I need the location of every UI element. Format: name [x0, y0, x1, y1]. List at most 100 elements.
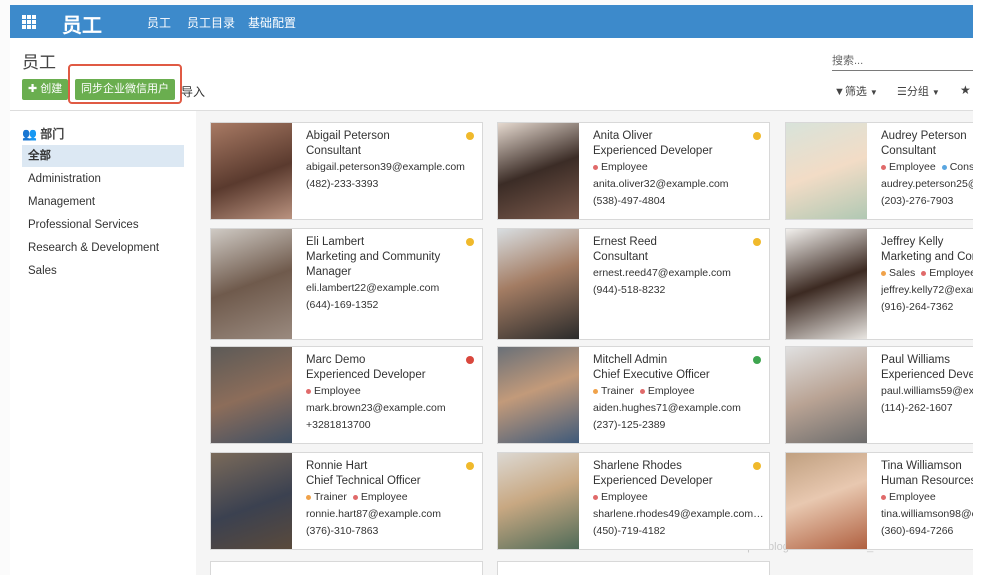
employee-job-title: Consultant [593, 251, 648, 263]
employee-tags: Employee Consu [881, 159, 973, 176]
employee-tags: Trainer Employee [306, 489, 478, 506]
employee-job-title: Marketing and Con Manager [881, 251, 973, 263]
employee-tag: Trainer [314, 491, 347, 503]
employee-tag: Employee [601, 491, 648, 503]
employee-tags: Employee [306, 383, 478, 400]
employee-job-title: Consultant [881, 145, 936, 157]
status-indicator [466, 238, 474, 246]
employee-card[interactable]: Paul Williams Experienced Devel paul.willi… [785, 346, 973, 444]
employee-email: paul.williams59@ex [881, 385, 973, 397]
employee-email: tina.williamson98@e [881, 508, 973, 520]
employee-tag: Employee [647, 385, 695, 397]
employee-phone: (944)-518-8232 [593, 284, 666, 296]
employee-phone: (450)-719-4182 [593, 525, 666, 537]
tag-dot-icon [593, 164, 598, 170]
employee-name: Mitchell Admin [593, 354, 668, 366]
employee-card[interactable]: Anita Oliver Experienced Developer Employe… [497, 122, 770, 220]
employee-card[interactable]: Jeffrey Kelly Marketing and Con Manager Sa… [785, 228, 973, 340]
tag-dot-icon [593, 494, 598, 500]
employee-phone: (916)-264-7362 [881, 301, 954, 313]
employee-card[interactable]: Marc Demo Experienced Developer Employee ma… [210, 346, 483, 444]
employee-photo [498, 123, 579, 219]
employee-email: eli.lambert22@example.com [306, 282, 440, 294]
employee-card-partial[interactable] [497, 561, 770, 575]
employee-card[interactable]: Tina Williamson Human Resources Employee ti… [785, 452, 973, 550]
sidebar-item-professional-services[interactable]: Professional Services [22, 214, 184, 236]
caret-down-icon: ▼ [931, 88, 940, 97]
employee-card[interactable]: Eli Lambert Marketing and Community Manag… [210, 228, 483, 340]
employee-card[interactable]: Mitchell Admin Chief Executive Officer Tra… [497, 346, 770, 444]
tag-dot-icon [306, 388, 311, 394]
group-by-dropdown[interactable]: ☰分组 ▼ [897, 83, 940, 99]
tag-dot-icon [881, 164, 886, 170]
app-brand: 员工 [62, 15, 102, 37]
tag-dot-icon [941, 164, 947, 170]
employee-phone: (237)-125-2389 [593, 419, 666, 431]
employee-tag: Employee [889, 491, 936, 503]
employee-name: Anita Oliver [593, 130, 653, 142]
control-panel: 员工 ✚ 创建 同步企业微信用户 导入 搜索... ▼筛选 ▼ ☰分组 ▼ ★ [10, 38, 973, 111]
employee-info: Sharlene Rhodes Experienced Developer Empl… [593, 459, 765, 540]
tag-dot-icon [352, 494, 358, 500]
employee-tag: Employee [314, 385, 361, 397]
employee-card[interactable]: Audrey Peterson Consultant Employee Consu au… [785, 122, 973, 220]
employee-tags: Employee [593, 489, 765, 506]
employee-card[interactable]: Sharlene Rhodes Experienced Developer Empl… [497, 452, 770, 550]
app-menu-icon[interactable] [22, 15, 36, 29]
employee-name: Eli Lambert [306, 236, 365, 248]
employee-photo [211, 229, 292, 339]
employee-job-title: Experienced Developer [593, 145, 713, 157]
employee-info: Marc Demo Experienced Developer Employee ma… [306, 353, 478, 434]
employee-photo [498, 229, 579, 339]
import-button[interactable]: 导入 [181, 83, 205, 100]
status-indicator [753, 462, 761, 470]
employee-photo [786, 123, 867, 219]
sidebar-header: 👥 部门 [22, 125, 64, 142]
caret-down-icon: ▼ [869, 88, 878, 97]
list-icon: ☰ [897, 86, 907, 98]
tag-dot-icon [881, 494, 886, 500]
employee-tags: Employee [593, 159, 765, 176]
employee-email: audrey.peterson25@ [881, 178, 973, 190]
employee-card-partial[interactable] [210, 561, 483, 575]
sidebar-item-administration[interactable]: Administration [22, 168, 184, 190]
sidebar-item-all[interactable]: 全部 [22, 145, 184, 167]
status-indicator [466, 462, 474, 470]
employee-card[interactable]: Abigail Peterson Consultant abigail.peters… [210, 122, 483, 220]
employee-card[interactable]: Ronnie Hart Chief Technical Officer Traine… [210, 452, 483, 550]
create-button[interactable]: ✚ 创建 [22, 79, 69, 100]
employee-photo [786, 229, 867, 339]
employee-tag: Employee [889, 161, 936, 173]
search-input[interactable]: 搜索... [832, 52, 973, 71]
employee-tags: Trainer Employee [593, 383, 765, 400]
sync-wechat-users-button[interactable]: 同步企业微信用户 [75, 79, 175, 100]
employee-job-title: Human Resources [881, 475, 973, 487]
employee-phone: +3281813700 [306, 419, 371, 431]
sidebar-item-sales[interactable]: Sales [22, 260, 184, 282]
employee-email: ronnie.hart87@example.com [306, 508, 441, 520]
employee-name: Ronnie Hart [306, 460, 368, 472]
employee-email: abigail.peterson39@example.com [306, 161, 465, 173]
menu-employee-directory[interactable]: 员工目录 [187, 14, 235, 31]
menu-basic-config[interactable]: 基础配置 [248, 14, 296, 31]
employee-email: mark.brown23@example.com [306, 402, 446, 414]
employee-info: Ernest Reed Consultant ernest.reed47@examp… [593, 235, 765, 299]
employee-name: Marc Demo [306, 354, 366, 366]
employee-photo [498, 453, 579, 549]
employee-info: Tina Williamson Human Resources Employee ti… [881, 459, 973, 540]
employee-name: Audrey Peterson [881, 130, 967, 142]
favorites-star-icon[interactable]: ★ [960, 83, 971, 97]
status-indicator [466, 356, 474, 364]
employee-phone: (114)-262-1607 [881, 402, 953, 414]
employee-card[interactable]: Ernest Reed Consultant ernest.reed47@examp… [497, 228, 770, 340]
employee-phone: (538)-497-4804 [593, 195, 666, 207]
sidebar-item-research-development[interactable]: Research & Development [22, 237, 184, 259]
employee-email: aiden.hughes71@example.com [593, 402, 741, 414]
sidebar-item-management[interactable]: Management [22, 191, 184, 213]
users-icon: 👥 [22, 127, 37, 141]
employee-job-title: Chief Technical Officer [306, 475, 421, 487]
menu-employees[interactable]: 员工 [147, 14, 171, 31]
employee-phone: (482)-233-3393 [306, 178, 379, 190]
employee-phone: (360)-694-7266 [881, 525, 954, 537]
filter-dropdown[interactable]: ▼筛选 ▼ [834, 83, 878, 99]
